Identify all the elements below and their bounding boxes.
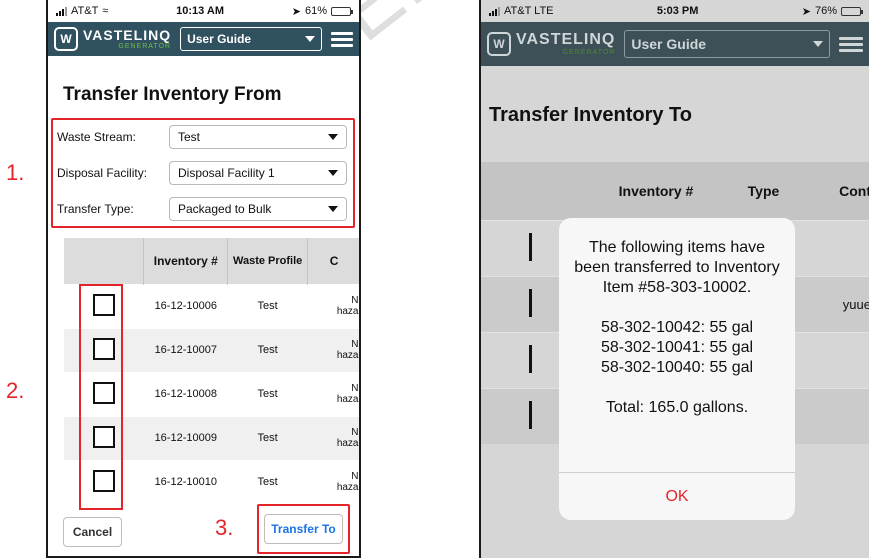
waste-stream-value: Test <box>178 130 201 144</box>
logo-icon: W <box>487 32 511 56</box>
column-header: Type <box>747 183 780 199</box>
inventory-number: 16-12-10009 <box>143 415 228 460</box>
battery-percent: 76% <box>814 5 837 17</box>
chevron-down-icon <box>328 206 338 212</box>
disposal-facility-label: Disposal Facility: <box>57 166 148 180</box>
carrier-label: AT&T LTE <box>504 5 554 17</box>
characteristic-cell: Nhaza <box>307 371 359 416</box>
brand-name: VASTELINQ <box>83 27 172 43</box>
clock: 10:13 AM <box>176 5 224 17</box>
brand-name: VASTELINQ <box>516 31 616 48</box>
logo-icon: W <box>54 27 78 51</box>
chevron-down-icon <box>328 134 338 140</box>
inventory-number: 16-12-10010 <box>143 459 228 504</box>
waste-stream-select[interactable]: Test <box>169 125 347 149</box>
inventory-number: 16-12-10007 <box>143 327 228 372</box>
cancel-button[interactable]: Cancel <box>63 517 122 547</box>
column-header[interactable]: Waste Profile <box>227 238 309 284</box>
battery-icon <box>330 6 353 16</box>
brand-logo: VASTELINQ GENERATOR <box>516 31 616 57</box>
user-guide-label: User Guide <box>631 36 707 52</box>
step-number-2: 2. <box>6 378 25 403</box>
clock: 5:03 PM <box>656 5 699 17</box>
select-column-header <box>64 238 145 284</box>
user-guide-select[interactable]: User Guide <box>624 30 830 58</box>
waste-profile: Test <box>227 327 308 372</box>
row-checkbox <box>529 401 532 429</box>
dialog-item: 58-302-10040: 55 gal <box>600 359 754 376</box>
battery-icon <box>841 6 863 16</box>
transfer-type-row: Transfer Type: Packaged to Bulk <box>57 197 347 221</box>
chevron-down-icon <box>328 170 338 176</box>
row-checkbox <box>529 233 532 261</box>
transfer-to-button[interactable]: Transfer To <box>264 514 343 544</box>
status-bar: AT&T ≈ 10:13 AM ➤ 61% <box>48 0 359 22</box>
table-header: Inventory # Type Cont <box>481 162 869 220</box>
user-guide-label: User Guide <box>187 32 252 46</box>
location-arrow-icon: ➤ <box>291 5 301 18</box>
page-title: Transfer Inventory To <box>489 104 693 126</box>
inventory-number: 16-12-10008 <box>143 371 228 416</box>
column-header: Inventory # <box>618 183 694 199</box>
signal-icon <box>489 6 500 16</box>
column-header: Cont <box>839 183 869 199</box>
waste-profile: Test <box>227 459 308 504</box>
step-number-3: 3. <box>215 515 234 540</box>
wifi-icon: ≈ <box>102 5 109 17</box>
transfer-type-value: Packaged to Bulk <box>178 202 272 216</box>
column-header[interactable]: Inventory # <box>143 238 229 284</box>
user-guide-select[interactable]: User Guide <box>180 27 322 51</box>
disposal-facility-select[interactable]: Disposal Facility 1 <box>169 161 347 185</box>
characteristic-cell: Nhaza <box>307 415 359 460</box>
signal-icon <box>56 6 67 16</box>
waste-stream-row: Waste Stream: Test <box>57 125 347 149</box>
dialog-total: Total: 165.0 gallons. <box>605 399 749 416</box>
row-checkbox <box>529 289 532 317</box>
characteristic-cell: Nhaza <box>307 283 359 328</box>
hamburger-menu-icon[interactable] <box>839 36 863 52</box>
chevron-down-icon <box>813 41 823 47</box>
carrier-label: AT&T <box>71 5 99 17</box>
dialog-item: 58-302-10041: 55 gal <box>600 339 754 356</box>
checkbox-column-highlight <box>79 284 123 510</box>
right-phone-screen: AT&T LTE 5:03 PM ➤ 76% W VASTELINQ GENER… <box>479 0 869 558</box>
location-arrow-icon: ➤ <box>801 5 811 18</box>
waste-profile: Test <box>227 371 308 416</box>
characteristic-cell: Nhaza <box>307 327 359 372</box>
step-number-1: 1. <box>6 160 25 185</box>
dialog-text: been transferred to Inventory <box>574 259 780 276</box>
disposal-facility-value: Disposal Facility 1 <box>178 166 275 180</box>
transfer-type-select[interactable]: Packaged to Bulk <box>169 197 347 221</box>
app-header: W VASTELINQ GENERATOR User Guide <box>481 22 869 66</box>
characteristic-cell: Nhaza <box>307 459 359 504</box>
dialog-text: The following items have <box>588 239 766 256</box>
waste-stream-label: Waste Stream: <box>57 130 136 144</box>
dialog-item: 58-302-10042: 55 gal <box>600 319 754 336</box>
page-title: Transfer Inventory From <box>63 84 282 105</box>
dialog-text: Item #58-303-10002. <box>602 279 752 296</box>
waste-profile: Test <box>227 283 308 328</box>
ok-button[interactable]: OK <box>559 472 795 520</box>
transfer-form: Waste Stream: Test Disposal Facility: Di… <box>51 118 355 228</box>
transfer-type-label: Transfer Type: <box>57 202 134 216</box>
brand-logo: VASTELINQ GENERATOR <box>83 28 171 50</box>
brand-subtitle: GENERATOR <box>562 49 616 56</box>
chevron-down-icon <box>305 36 315 42</box>
hamburger-menu-icon[interactable] <box>331 31 353 47</box>
row-fragment: yuue <box>842 297 869 312</box>
battery-percent: 61% <box>304 5 327 17</box>
column-header[interactable]: C <box>307 238 359 284</box>
transfer-to-highlight: Transfer To <box>257 504 350 554</box>
row-checkbox <box>529 345 532 373</box>
transfer-success-dialog: The following items have been transferre… <box>559 218 795 520</box>
app-header: W VASTELINQ GENERATOR User Guide <box>48 22 359 56</box>
dialog-message: The following items have been transferre… <box>559 218 795 418</box>
status-bar: AT&T LTE 5:03 PM ➤ 76% <box>481 0 869 22</box>
disposal-facility-row: Disposal Facility: Disposal Facility 1 <box>57 161 347 185</box>
brand-subtitle: GENERATOR <box>118 43 172 50</box>
waste-profile: Test <box>227 415 308 460</box>
inventory-number: 16-12-10006 <box>143 283 228 328</box>
